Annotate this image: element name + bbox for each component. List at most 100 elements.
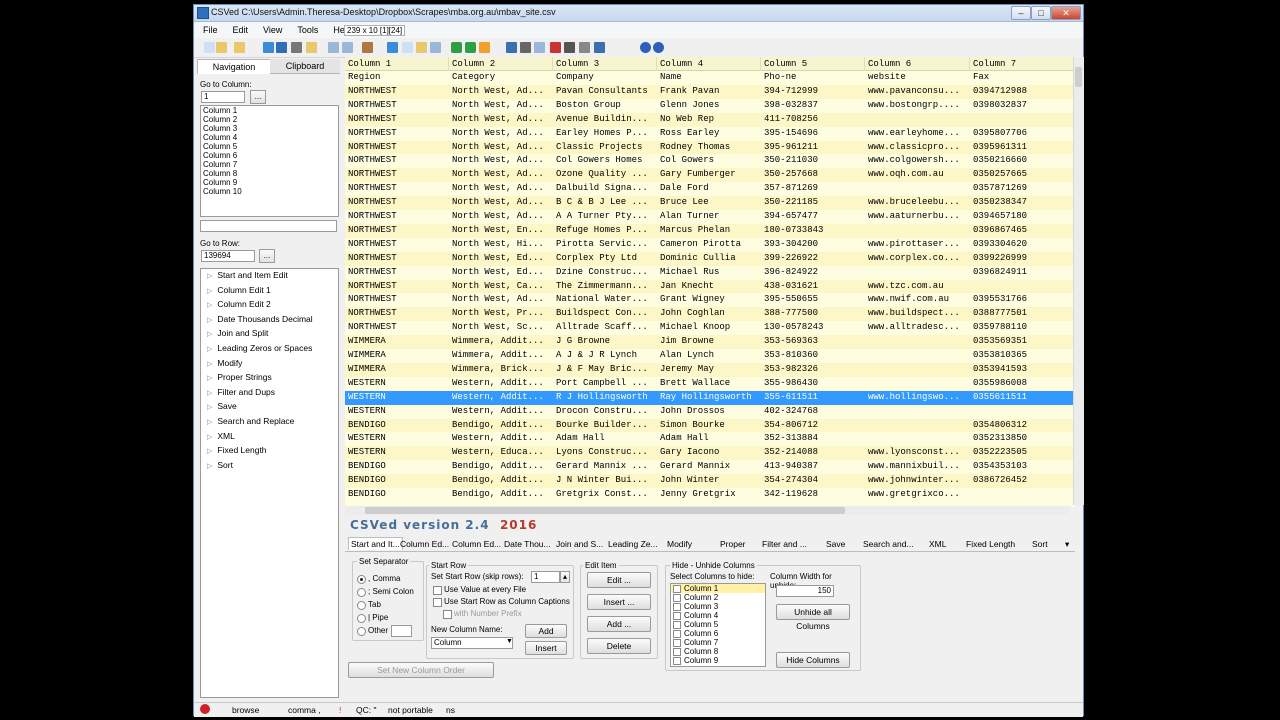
table-cell[interactable]: 180-0733843: [764, 225, 864, 235]
table-cell[interactable]: BENDIGO: [348, 475, 448, 485]
number-prefix-checkbox[interactable]: [443, 610, 452, 619]
table-cell[interactable]: Boston Group: [556, 100, 656, 110]
table-cell[interactable]: Wimmera, Brick...: [452, 364, 552, 374]
table-cell[interactable]: Pirotta Servic...: [556, 239, 656, 249]
table-cell[interactable]: 0396867465: [973, 225, 1073, 235]
table-cell[interactable]: Bendigo, Addit...: [452, 420, 552, 430]
function-tab[interactable]: Leading Ze...: [608, 539, 658, 549]
tab-clipboard[interactable]: Clipboard: [270, 59, 340, 74]
goto-row-input[interactable]: 139694: [201, 250, 255, 262]
table-row[interactable]: NORTHWEST North West, Sc... Alltrade Scaff…: [345, 321, 1075, 335]
table-cell[interactable]: 0359788110: [973, 322, 1073, 332]
table-cell[interactable]: Drocon Constru...: [556, 406, 656, 416]
table-cell[interactable]: NORTHWEST: [348, 86, 448, 96]
column-header[interactable]: Column 7: [973, 59, 1016, 69]
table-row[interactable]: NORTHWEST North West, Ad... B C & B J Lee …: [345, 196, 1075, 210]
table-cell[interactable]: Grant Wigney: [660, 294, 760, 304]
menu-tools[interactable]: Tools: [297, 22, 318, 35]
tree-item[interactable]: ▷ XML: [201, 430, 338, 445]
list-item[interactable]: Column 7: [201, 160, 338, 169]
gear-icon[interactable]: [579, 42, 590, 53]
expand-arrow-icon[interactable]: ▷: [207, 346, 212, 353]
table-cell[interactable]: Marcus Phelan: [660, 225, 760, 235]
table-cell[interactable]: www.tzc.com.au: [868, 281, 968, 291]
list-item[interactable]: Column 9: [201, 178, 338, 187]
hide-columns-list[interactable]: Column 1 Column 2 Column 3 Column 4 Column 5…: [670, 583, 766, 667]
function-tab[interactable]: Start and It...: [348, 537, 403, 550]
table-cell[interactable]: WIMMERA: [348, 350, 448, 360]
tree-item[interactable]: ▷ Start and Item Edit: [201, 269, 338, 284]
table-cell[interactable]: The Zimmermann...: [556, 281, 656, 291]
close-button[interactable]: ✕: [1051, 6, 1081, 20]
table-cell[interactable]: Bruce Lee: [660, 197, 760, 207]
table-cell[interactable]: Ozone Quality ...: [556, 169, 656, 179]
table-cell[interactable]: NORTHWEST: [348, 322, 448, 332]
function-tab[interactable]: Modify: [667, 539, 692, 549]
font-icon[interactable]: [506, 42, 517, 53]
list-item[interactable]: Column 7: [671, 638, 765, 647]
insert-button[interactable]: Insert ...: [587, 594, 651, 610]
table-cell[interactable]: Category: [452, 72, 552, 82]
table-cell[interactable]: No Web Rep: [660, 114, 760, 124]
radio-pipe[interactable]: [357, 614, 366, 623]
folder-icon[interactable]: [306, 42, 317, 53]
expand-arrow-icon[interactable]: ▷: [207, 288, 212, 295]
hide-column-checkbox[interactable]: [673, 585, 681, 593]
radio-other[interactable]: [357, 627, 366, 636]
tree-item[interactable]: ▷ Fixed Length: [201, 444, 338, 459]
table-cell[interactable]: 0354806312: [973, 420, 1073, 430]
table-cell[interactable]: Rodney Thomas: [660, 142, 760, 152]
table-cell[interactable]: 0350238347: [973, 197, 1073, 207]
skip-rows-spinner[interactable]: ▴: [560, 571, 570, 583]
table-cell[interactable]: Gretgrix Const...: [556, 489, 656, 499]
list-item[interactable]: Column 4: [201, 133, 338, 142]
column-header[interactable]: Column 1: [348, 59, 391, 69]
table-cell[interactable]: 0352223505: [973, 447, 1073, 457]
table-cell[interactable]: R J Hollingsworth: [556, 392, 656, 402]
table-cell[interactable]: Earley Homes P...: [556, 128, 656, 138]
minimize-button[interactable]: –: [1011, 6, 1031, 20]
hide-column-checkbox[interactable]: [673, 621, 681, 629]
column-divider[interactable]: [552, 57, 553, 71]
open-recent-icon[interactable]: [234, 42, 245, 53]
table-cell[interactable]: Bourke Builder...: [556, 420, 656, 430]
expand-arrow-icon[interactable]: ▷: [207, 317, 212, 324]
table-cell[interactable]: Corplex Pty Ltd: [556, 253, 656, 263]
tree-item[interactable]: ▷ Join and Split: [201, 327, 338, 342]
table-cell[interactable]: www.oqh.com.au: [868, 169, 968, 179]
table-cell[interactable]: 0388777501: [973, 308, 1073, 318]
horizontal-scrollbar[interactable]: [345, 506, 1070, 515]
table-row[interactable]: WESTERN Western, Addit... Port Campbell ..…: [345, 377, 1075, 391]
hide-columns-button[interactable]: Hide Columns: [776, 652, 850, 668]
list-item[interactable]: Column 2: [671, 593, 765, 602]
list-item[interactable]: Column 6: [671, 629, 765, 638]
table-cell[interactable]: 413-940387: [764, 461, 864, 471]
goto-column-input[interactable]: 1: [201, 91, 245, 103]
table-cell[interactable]: North West, Ad...: [452, 128, 552, 138]
table-row[interactable]: NORTHWEST North West, Ad... Pavan Consulta…: [345, 84, 1075, 99]
tree-item[interactable]: ▷ Modify: [201, 357, 338, 372]
table-cell[interactable]: NORTHWEST: [348, 114, 448, 124]
table-cell[interactable]: Western, Educa...: [452, 447, 552, 457]
list-item[interactable]: Column 5: [201, 142, 338, 151]
table-cell[interactable]: J N Winter Bui...: [556, 475, 656, 485]
tree-item[interactable]: ▷ Proper Strings: [201, 371, 338, 386]
table-row[interactable]: WIMMERA Wimmera, Addit... A J & J R Lynch A…: [345, 349, 1075, 363]
table-cell[interactable]: www.lyonsconst...: [868, 447, 968, 457]
column-header[interactable]: Column 3: [556, 59, 599, 69]
tree-item[interactable]: ▷ Column Edit 2: [201, 298, 338, 313]
column-divider[interactable]: [864, 57, 865, 71]
table-row[interactable]: NORTHWEST North West, Ad... National Water…: [345, 293, 1075, 307]
copy-icon[interactable]: [402, 42, 413, 53]
expand-arrow-icon[interactable]: ▷: [207, 419, 212, 426]
table-cell[interactable]: Col Gowers: [660, 155, 760, 165]
table-cell[interactable]: Cameron Pirotta: [660, 239, 760, 249]
table-cell[interactable]: www.alltradesc...: [868, 322, 968, 332]
table-cell[interactable]: Wimmera, Addit...: [452, 350, 552, 360]
table-cell[interactable]: Ross Earley: [660, 128, 760, 138]
table-row[interactable]: Region Category Company Name Pho-ne website Fa…: [345, 71, 1075, 85]
table-cell[interactable]: BENDIGO: [348, 420, 448, 430]
table-cell[interactable]: 0395961311: [973, 142, 1073, 152]
use-value-checkbox[interactable]: [433, 586, 442, 595]
table-cell[interactable]: 355-611511: [764, 392, 864, 402]
